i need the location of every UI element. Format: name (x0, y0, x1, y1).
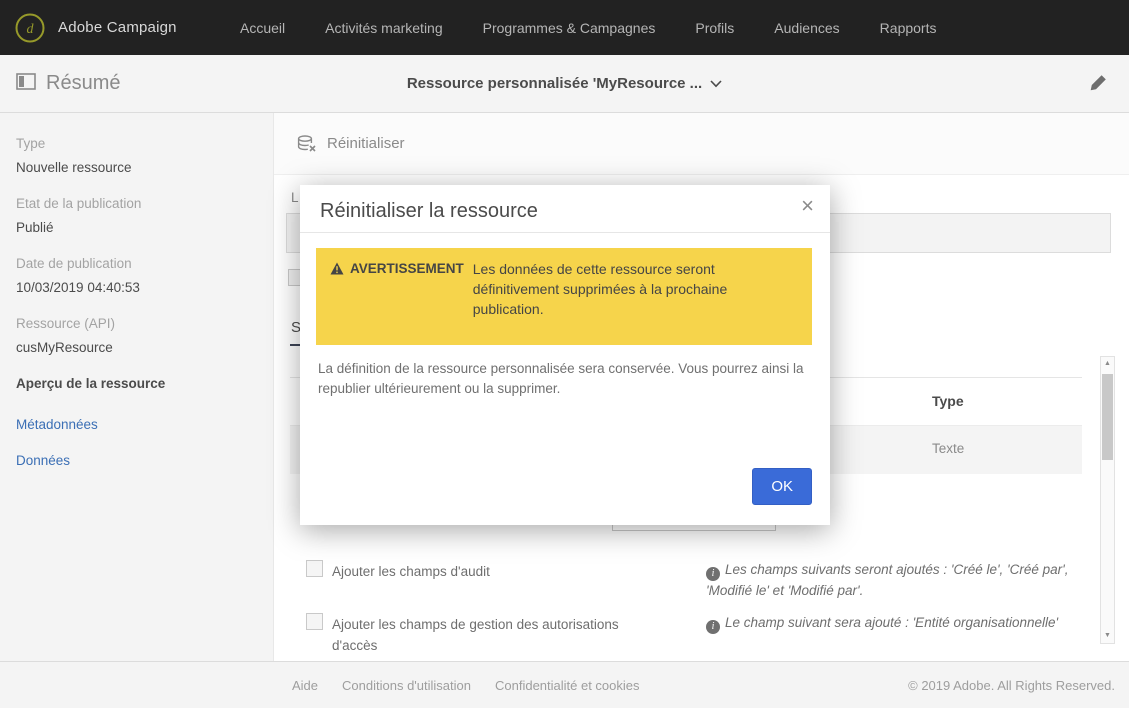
vertical-scrollbar[interactable]: ▲ ▼ (1100, 356, 1115, 644)
field-value-ressource-api: cusMyResource (16, 340, 113, 355)
dialog-title: Réinitialiser la ressource (320, 200, 538, 222)
info-icon: i (706, 620, 720, 634)
edit-pencil-icon[interactable] (1089, 73, 1109, 98)
database-reset-icon (297, 134, 316, 152)
footer-links: Aide Conditions d'utilisation Confidenti… (292, 662, 640, 708)
warning-label-group: AVERTISSEMENT (330, 260, 464, 276)
column-header-type: Type (932, 393, 964, 409)
footer-link-confidentialite[interactable]: Confidentialité et cookies (495, 678, 640, 693)
nav-rapports[interactable]: Rapports (880, 20, 937, 36)
nav-accueil[interactable]: Accueil (240, 20, 285, 36)
cell-type-value: Texte (932, 441, 965, 456)
audit-fields-checkbox[interactable] (306, 560, 323, 577)
page-footer: Aide Conditions d'utilisation Confidenti… (0, 661, 1129, 708)
field-label-date: Date de publication (16, 256, 132, 271)
dialog-body-text: La définition de la ressource personnali… (318, 361, 804, 397)
audit-fields-label: Ajouter les champs d'audit (332, 564, 490, 579)
access-rights-info: i Le champ suivant sera ajouté : 'Entité … (706, 613, 1084, 634)
field-value-type: Nouvelle ressource (16, 160, 132, 175)
nav-audiences[interactable]: Audiences (774, 20, 839, 36)
close-icon[interactable]: × (801, 195, 814, 217)
warning-message: Les données de cette ressource seront dé… (472, 261, 728, 317)
nav-programmes-campagnes[interactable]: Programmes & Campagnes (483, 20, 656, 36)
access-rights-checkbox[interactable] (306, 613, 323, 630)
brand-title: Adobe Campaign (58, 19, 177, 36)
reset-action-button[interactable]: Réinitialiser (274, 113, 1129, 175)
svg-text:d: d (27, 22, 35, 37)
field-label-type: Type (16, 136, 46, 151)
warning-word: AVERTISSEMENT (350, 261, 464, 276)
adobe-campaign-logo-icon[interactable]: d (14, 12, 46, 44)
dialog-divider (300, 232, 830, 233)
resource-selector[interactable]: Ressource personnalisée 'MyResource ... (0, 55, 1129, 112)
info-icon: i (706, 567, 720, 581)
sidebar-section-title: Aperçu de la ressource (16, 376, 166, 391)
footer-link-conditions[interactable]: Conditions d'utilisation (342, 678, 471, 693)
summary-sidebar: Type Nouvelle ressource Etat de la publi… (0, 113, 273, 661)
resource-selector-label: Ressource personnalisée 'MyResource ... (406, 75, 703, 92)
scroll-up-arrow[interactable]: ▲ (1101, 357, 1114, 371)
sidebar-link-donnees[interactable]: Données (16, 453, 257, 468)
warning-triangle-icon (330, 262, 344, 275)
field-label-ressource-api: Ressource (API) (16, 316, 116, 331)
field-label-etat: Etat de la publication (16, 196, 142, 211)
warning-banner: AVERTISSEMENT Les données de cette resso… (316, 248, 812, 345)
reset-action-label: Réinitialiser (327, 135, 405, 152)
audit-fields-info: i Les champs suivants seront ajoutés : 'C… (706, 562, 1069, 598)
footer-link-aide[interactable]: Aide (292, 678, 318, 693)
scroll-down-arrow[interactable]: ▼ (1101, 629, 1114, 643)
top-nav-bar: d Adobe Campaign Accueil Activités marke… (0, 0, 1129, 55)
label-field-caption: L (291, 190, 299, 205)
reset-resource-dialog: Réinitialiser la ressource × AVERTISSEME… (300, 185, 830, 525)
nav-activites-marketing[interactable]: Activités marketing (325, 20, 442, 36)
field-value-date: 10/03/2019 04:40:53 (16, 280, 140, 295)
field-value-etat: Publié (16, 220, 54, 235)
primary-nav: Accueil Activités marketing Programmes &… (240, 20, 936, 36)
access-rights-label: Ajouter les champs de gestion des autori… (332, 617, 619, 653)
ok-button[interactable]: OK (752, 468, 812, 505)
page-header: Résumé Ressource personnalisée 'MyResour… (0, 55, 1129, 113)
sidebar-link-metadonnees[interactable]: Métadonnées (16, 417, 257, 432)
nav-profils[interactable]: Profils (695, 20, 734, 36)
copyright-text: © 2019 Adobe. All Rights Reserved. (908, 678, 1115, 693)
chevron-down-icon (710, 79, 722, 87)
scrollbar-thumb[interactable] (1102, 374, 1113, 460)
